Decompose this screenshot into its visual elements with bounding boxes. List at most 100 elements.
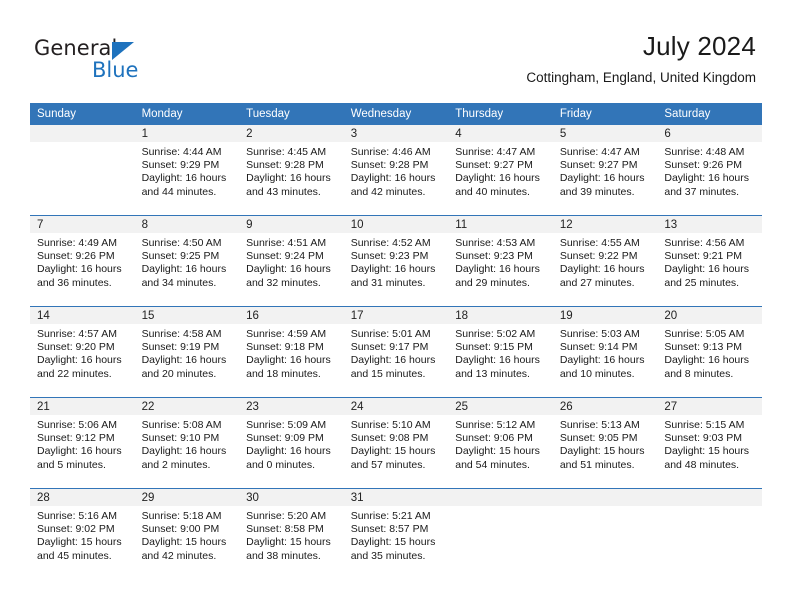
day-detail-line: Daylight: 16 hours [455,172,540,185]
calendar-day-cell[interactable]: 4 Sunrise: 4:47 AM Sunset: 9:27 PM Daylight… [448,125,553,216]
day-details [448,506,553,510]
calendar-day-cell[interactable]: 24 Sunrise: 5:10 AM Sunset: 9:08 PM Dayligh… [343,397,449,489]
day-detail-line: and 8 minutes. [664,367,734,380]
day-detail-line: Daylight: 16 hours [141,172,227,185]
calendar-day-cell[interactable]: 30 Sunrise: 5:20 AM Sunset: 8:58 PM Dayligh… [239,488,344,579]
day-number [30,125,135,142]
day-detail-line: Sunrise: 4:47 AM [455,146,536,158]
day-detail-line: and 25 minutes. [664,276,740,289]
calendar-day-cell[interactable]: 6 Sunrise: 4:48 AM Sunset: 9:26 PM Daylight… [657,125,762,216]
day-detail-line: and 2 minutes. [141,458,211,471]
day-number: 10 [343,216,449,233]
day-cell-content: 15 Sunrise: 4:58 AM Sunset: 9:19 PM Dayligh… [134,307,240,397]
day-detail-line: and 39 minutes. [559,185,635,198]
calendar-day-cell[interactable]: 22 Sunrise: 5:08 AM Sunset: 9:10 PM Dayligh… [134,397,240,489]
day-detail-line: Daylight: 16 hours [246,354,331,367]
day-detail-line: and 35 minutes. [350,549,426,562]
day-details: Sunrise: 4:45 AM Sunset: 9:28 PM Daylight:… [239,142,344,199]
day-cell-content: 26 Sunrise: 5:13 AM Sunset: 9:05 PM Dayligh… [552,398,658,488]
day-detail-line: Sunrise: 4:59 AM [246,328,327,340]
day-details: Sunrise: 5:09 AM Sunset: 9:09 PM Daylight:… [239,415,344,472]
calendar-day-cell[interactable]: 21 Sunrise: 5:06 AM Sunset: 9:12 PM Dayligh… [30,397,135,489]
day-detail-line: Sunset: 9:18 PM [246,341,324,354]
day-number [448,489,553,506]
day-detail-line: and 57 minutes. [350,458,426,471]
day-number: 11 [448,216,553,233]
day-detail-line: Sunrise: 5:10 AM [350,419,431,431]
day-detail-line: Sunset: 9:24 PM [246,250,324,263]
day-detail-line: and 48 minutes. [664,458,740,471]
calendar-day-cell[interactable]: 31 Sunrise: 5:21 AM Sunset: 8:57 PM Dayligh… [343,488,449,579]
calendar-day-cell[interactable]: 3 Sunrise: 4:46 AM Sunset: 9:28 PM Daylight… [343,125,449,216]
calendar-day-cell[interactable]: 9 Sunrise: 4:51 AM Sunset: 9:24 PM Daylight… [239,215,344,307]
day-detail-line: Sunset: 9:14 PM [559,341,638,354]
logo-text-blue: Blue [92,58,139,82]
day-detail-line: Sunrise: 5:18 AM [141,510,222,522]
day-number: 20 [657,307,762,324]
weekday-header-friday: Friday [552,103,658,125]
day-detail-line: Sunrise: 4:51 AM [246,237,327,249]
day-details [657,506,762,510]
calendar-day-cell[interactable]: 29 Sunrise: 5:18 AM Sunset: 9:00 PM Dayligh… [134,488,240,579]
calendar-day-cell[interactable]: 7 Sunrise: 4:49 AM Sunset: 9:26 PM Daylight… [30,215,135,307]
calendar-week-row: 7 Sunrise: 4:49 AM Sunset: 9:26 PM Daylight… [30,215,762,307]
day-detail-line: Sunset: 9:23 PM [350,250,429,263]
day-number: 13 [657,216,762,233]
day-detail-line: Sunrise: 5:15 AM [664,419,745,431]
calendar-day-cell[interactable]: 19 Sunrise: 5:03 AM Sunset: 9:14 PM Dayligh… [552,306,658,398]
calendar-day-cell[interactable]: 13 Sunrise: 4:56 AM Sunset: 9:21 PM Dayligh… [657,215,762,307]
calendar-week-row: 28 Sunrise: 5:16 AM Sunset: 9:02 PM Dayligh… [30,488,762,579]
calendar-day-cell[interactable]: 20 Sunrise: 5:05 AM Sunset: 9:13 PM Dayligh… [657,306,762,398]
day-details: Sunrise: 4:52 AM Sunset: 9:23 PM Daylight:… [344,233,449,290]
day-detail-line: Daylight: 16 hours [559,354,645,367]
calendar-day-cell[interactable]: 17 Sunrise: 5:01 AM Sunset: 9:17 PM Dayligh… [343,306,449,398]
day-detail-line: Daylight: 16 hours [559,172,645,185]
day-details: Sunrise: 4:57 AM Sunset: 9:20 PM Daylight:… [30,324,135,381]
calendar-day-cell[interactable]: 23 Sunrise: 5:09 AM Sunset: 9:09 PM Dayligh… [239,397,344,489]
day-detail-line: Sunrise: 4:53 AM [455,237,536,249]
day-detail-line: and 31 minutes. [350,276,426,289]
day-number: 6 [657,125,762,142]
calendar-day-cell[interactable]: 11 Sunrise: 4:53 AM Sunset: 9:23 PM Dayligh… [448,215,553,307]
calendar-empty-cell [657,488,762,579]
day-details: Sunrise: 4:47 AM Sunset: 9:27 PM Daylight:… [448,142,553,199]
day-detail-line: and 36 minutes. [37,276,112,289]
day-detail-line: Daylight: 15 hours [559,445,645,458]
day-cell-content: 3 Sunrise: 4:46 AM Sunset: 9:28 PM Daylight… [343,125,449,215]
day-number: 24 [343,398,449,415]
general-blue-logo[interactable]: General Blue [34,36,214,86]
calendar-day-cell[interactable]: 16 Sunrise: 4:59 AM Sunset: 9:18 PM Dayligh… [239,306,344,398]
day-detail-line: Daylight: 15 hours [350,536,436,549]
day-detail-line: Daylight: 16 hours [664,354,750,367]
calendar-day-cell[interactable]: 14 Sunrise: 4:57 AM Sunset: 9:20 PM Dayligh… [30,306,135,398]
calendar-day-cell[interactable]: 12 Sunrise: 4:55 AM Sunset: 9:22 PM Dayligh… [552,215,658,307]
calendar-day-cell[interactable]: 1 Sunrise: 4:44 AM Sunset: 9:29 PM Daylight… [134,125,240,216]
page-subtitle: Cottingham, England, United Kingdom [526,70,756,85]
day-detail-line: and 29 minutes. [455,276,530,289]
day-details: Sunrise: 5:10 AM Sunset: 9:08 PM Daylight:… [344,415,449,472]
calendar-day-cell[interactable]: 2 Sunrise: 4:45 AM Sunset: 9:28 PM Daylight… [239,125,344,216]
day-detail-line: and 18 minutes. [246,367,321,380]
calendar-day-cell[interactable]: 8 Sunrise: 4:50 AM Sunset: 9:25 PM Daylight… [134,215,240,307]
day-detail-line: Sunrise: 5:21 AM [350,510,431,522]
day-number: 23 [239,398,344,415]
day-detail-line: Sunset: 9:27 PM [559,159,638,172]
day-cell-content: 27 Sunrise: 5:15 AM Sunset: 9:03 PM Dayligh… [657,398,762,488]
day-detail-line: Sunset: 9:12 PM [37,432,115,445]
page-header: General Blue July 2024 Cottingham, Engla… [0,0,792,100]
calendar-day-cell[interactable]: 28 Sunrise: 5:16 AM Sunset: 9:02 PM Dayligh… [30,488,135,579]
day-cell-content: 21 Sunrise: 5:06 AM Sunset: 9:12 PM Dayligh… [30,398,135,488]
day-detail-line: Daylight: 16 hours [246,263,331,276]
day-number [657,489,762,506]
calendar-day-cell[interactable]: 26 Sunrise: 5:13 AM Sunset: 9:05 PM Dayligh… [552,397,658,489]
day-detail-line: and 0 minutes. [246,458,316,471]
calendar-day-cell[interactable]: 5 Sunrise: 4:47 AM Sunset: 9:27 PM Daylight… [552,125,658,216]
calendar-day-cell[interactable]: 27 Sunrise: 5:15 AM Sunset: 9:03 PM Dayligh… [657,397,762,489]
calendar-day-cell[interactable]: 18 Sunrise: 5:02 AM Sunset: 9:15 PM Dayligh… [448,306,553,398]
calendar-day-cell[interactable]: 25 Sunrise: 5:12 AM Sunset: 9:06 PM Dayligh… [448,397,553,489]
day-cell-content: 22 Sunrise: 5:08 AM Sunset: 9:10 PM Dayligh… [134,398,240,488]
calendar-day-cell[interactable]: 15 Sunrise: 4:58 AM Sunset: 9:19 PM Dayligh… [134,306,240,398]
day-detail-line: Sunrise: 5:06 AM [37,419,117,431]
day-details: Sunrise: 5:12 AM Sunset: 9:06 PM Daylight:… [448,415,553,472]
calendar-day-cell[interactable]: 10 Sunrise: 4:52 AM Sunset: 9:23 PM Dayligh… [343,215,449,307]
